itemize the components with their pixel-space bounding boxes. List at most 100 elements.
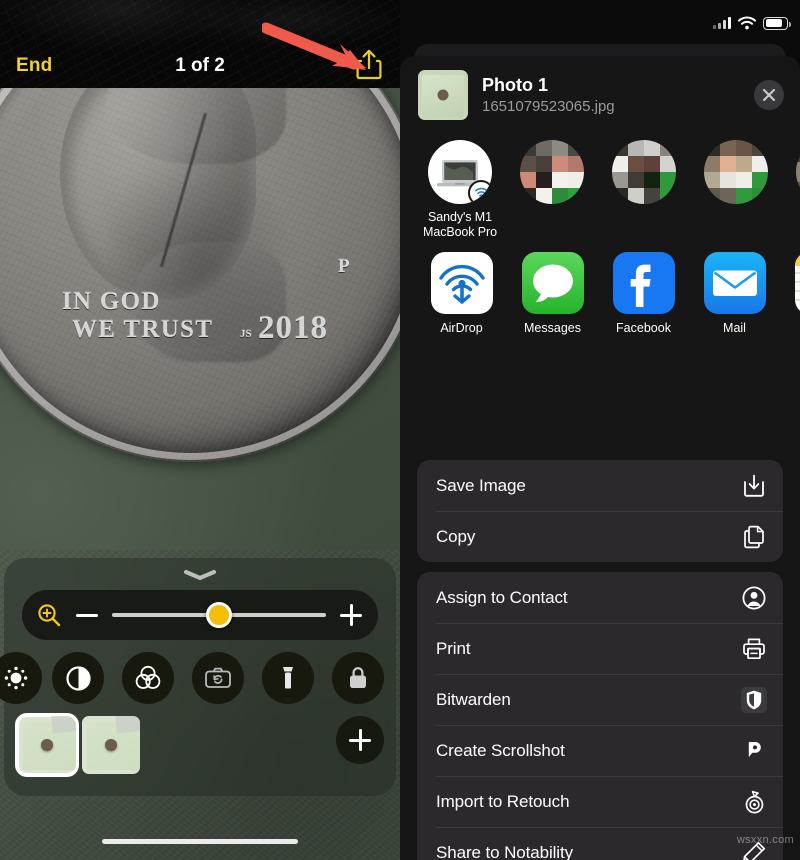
airdrop-badge-icon (468, 180, 492, 204)
pixelated-overlay (612, 140, 676, 204)
action-label: Create Scrollshot (436, 740, 565, 760)
magnifier-thumbnails (15, 713, 140, 778)
zoom-slider-track[interactable] (112, 602, 326, 628)
pixelated-overlay (520, 140, 584, 204)
zoom-slider-knob[interactable] (206, 602, 232, 628)
share-app-label: AirDrop (440, 321, 483, 335)
battery-icon (763, 16, 791, 30)
download-icon (741, 473, 767, 499)
airdrop-target-contact[interactable] (598, 140, 690, 210)
action-import-to-retouch[interactable]: Import to Retouch (417, 776, 783, 827)
thumbnail-coin (437, 89, 449, 101)
share-app-label: Messages (524, 321, 581, 335)
action-group-2: Assign to Contact Print Bitwarden Create… (417, 572, 783, 860)
share-app-airdrop[interactable]: AirDrop (416, 252, 507, 335)
camera-flip-icon[interactable] (192, 652, 244, 704)
magnifier-filter-buttons (0, 652, 396, 708)
notes-icon (794, 252, 800, 314)
action-save-image[interactable]: Save Image (417, 460, 783, 511)
wifi-icon (738, 16, 756, 30)
action-share-to-notability[interactable]: Share to Notability (417, 827, 783, 860)
share-sheet: Photo 1 1651079523065.jpg Sandy's M1 Mac… (400, 56, 800, 860)
watermark: wsxxn.com (736, 834, 794, 846)
thumbnail-coin (105, 739, 117, 751)
share-sheet-screen: Photo 1 1651079523065.jpg Sandy's M1 Mac… (400, 0, 800, 860)
shared-item-info: Photo 1 1651079523065.jpg (482, 74, 754, 117)
pixelated-overlay (796, 140, 800, 204)
contact-avatar-blurred (520, 140, 584, 204)
airdrop-icon (430, 252, 493, 314)
airdrop-target-contact[interactable] (690, 140, 782, 210)
action-label: Assign to Contact (436, 587, 568, 607)
action-assign-to-contact[interactable]: Assign to Contact (417, 572, 783, 623)
thumbnail-item[interactable] (82, 716, 140, 778)
add-photo-button[interactable] (336, 716, 384, 764)
color-filter-icon[interactable] (122, 652, 174, 704)
screenshot-comparison: LIBERTY IN GOD WE TRUST 2018 P JS End 1 … (0, 0, 800, 860)
thumbnail-photo-2[interactable] (82, 716, 140, 774)
shared-item-filename: 1651079523065.jpg (482, 97, 615, 115)
action-group-1: Save Image Copy (417, 460, 783, 562)
copy-icon (741, 524, 767, 550)
magnified-photo: LIBERTY IN GOD WE TRUST 2018 P JS (0, 88, 400, 550)
action-label: Share to Notability (436, 842, 574, 860)
thumbnail-backing (115, 716, 140, 734)
retouch-icon (741, 789, 767, 815)
picsew-p-icon (741, 738, 767, 764)
action-create-scrollshot[interactable]: Create Scrollshot (417, 725, 783, 776)
flashlight-icon[interactable] (262, 652, 314, 704)
zoom-decrease-button[interactable] (76, 613, 98, 617)
share-app-notes[interactable] (780, 252, 800, 321)
share-sheet-header: Photo 1 1651079523065.jpg (400, 56, 800, 134)
airdrop-label-line2: MacBook Pro (423, 225, 497, 239)
macbook-icon (428, 140, 492, 204)
share-app-label: Mail (723, 321, 746, 335)
share-app-facebook[interactable]: Facebook (598, 252, 689, 335)
airdrop-label-line1: Sandy's M1 (428, 210, 492, 224)
airdrop-targets: Sandy's M1 MacBook Pro (400, 140, 800, 252)
pixelated-overlay (704, 140, 768, 204)
action-label: Copy (436, 526, 476, 546)
coin-image: LIBERTY IN GOD WE TRUST 2018 P JS (0, 88, 400, 462)
thumbnail-backing (51, 716, 76, 734)
contact-avatar-blurred (704, 140, 768, 204)
home-indicator (102, 839, 298, 844)
messages-icon (521, 252, 584, 314)
close-icon[interactable] (754, 80, 784, 110)
action-print[interactable]: Print (417, 623, 783, 674)
status-bar (713, 12, 791, 34)
chevron-down-icon[interactable] (182, 568, 218, 580)
zoom-increase-button[interactable] (340, 604, 362, 626)
share-app-row: AirDrop Messages Facebook Mail (400, 252, 800, 356)
red-arrow-icon (260, 22, 382, 74)
shared-item-thumbnail (418, 70, 468, 120)
coin-rim (0, 88, 400, 460)
share-app-label: Facebook (616, 321, 671, 335)
zoom-slider[interactable] (22, 590, 378, 640)
thumbnail-coin (41, 739, 53, 751)
shared-item-title: Photo 1 (482, 74, 548, 95)
cellular-signal-icon (713, 17, 731, 29)
lock-icon[interactable] (332, 652, 384, 704)
airdrop-target-contact-partial[interactable] (782, 140, 800, 204)
airdrop-target-device[interactable]: Sandy's M1 MacBook Pro (414, 140, 506, 240)
action-bitwarden[interactable]: Bitwarden (417, 674, 783, 725)
action-label: Print (436, 638, 471, 658)
magnifier-screen: LIBERTY IN GOD WE TRUST 2018 P JS End 1 … (0, 0, 400, 860)
action-label: Save Image (436, 475, 526, 495)
brightness-icon[interactable] (0, 652, 42, 704)
thumbnail-photo-1[interactable] (15, 713, 79, 777)
action-copy[interactable]: Copy (417, 511, 783, 562)
share-app-mail[interactable]: Mail (689, 252, 780, 335)
thumbnail-item[interactable] (15, 713, 79, 778)
contact-avatar-blurred (796, 140, 800, 204)
share-app-messages[interactable]: Messages (507, 252, 598, 335)
facebook-icon (612, 252, 675, 314)
contact-avatar-blurred (612, 140, 676, 204)
action-label: Import to Retouch (436, 791, 570, 811)
airdrop-target-contact[interactable] (506, 140, 598, 210)
bitwarden-shield-icon (741, 686, 767, 713)
action-label: Bitwarden (436, 689, 511, 709)
printer-icon (741, 636, 767, 662)
contrast-icon[interactable] (52, 652, 104, 704)
